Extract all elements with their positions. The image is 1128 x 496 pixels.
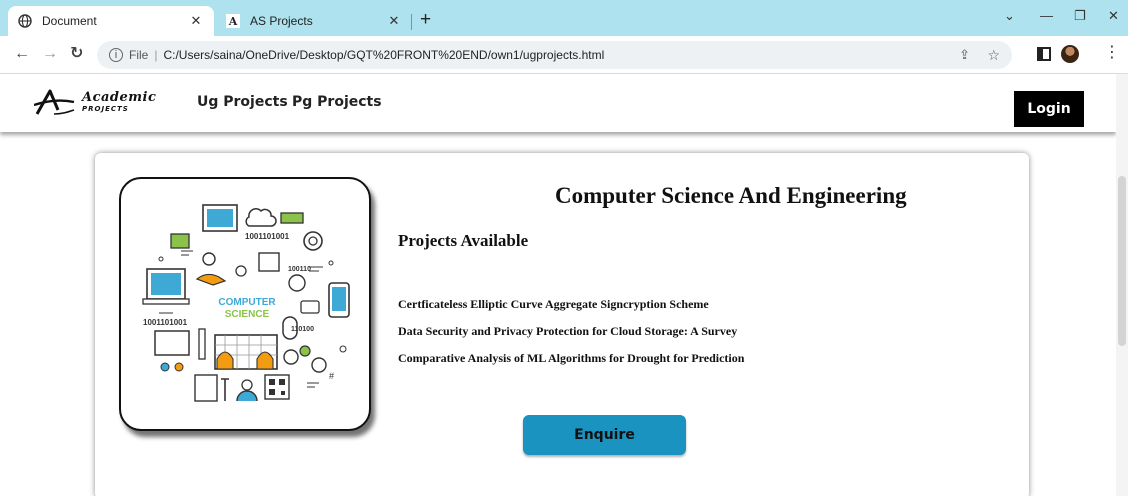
logo-word-academic: Academic — [82, 90, 157, 105]
lightbulb-icon — [202, 252, 216, 266]
cloud-icon — [245, 208, 277, 227]
academic-logo-icon: A — [226, 14, 240, 28]
svg-text:110100: 110100 — [291, 326, 314, 333]
project-item[interactable]: Data Security and Privacy Protection for… — [398, 324, 744, 351]
tab-title: Document — [42, 14, 97, 28]
svg-text:1001101001: 1001101001 — [143, 318, 188, 327]
address-toolbar: ← → ↻ i File | C:/Users/saina/OneDrive/D… — [0, 36, 1128, 74]
logo-word-projects: PROJECTS — [82, 105, 129, 113]
tab-search-chevron-icon[interactable]: ⌄ — [1004, 8, 1015, 24]
more-menu-icon[interactable]: ⋮ — [1104, 45, 1120, 61]
file-scheme-label: File — [129, 48, 149, 62]
project-item[interactable]: Comparative Analysis of ML Algorithms fo… — [398, 351, 744, 378]
share-icon[interactable]: ⇪ — [959, 47, 970, 63]
forward-arrow-icon[interactable]: → — [42, 45, 58, 63]
nav-ug-projects[interactable]: Ug Projects — [197, 94, 288, 110]
info-icon[interactable]: i — [109, 48, 123, 62]
site-navbar: Academic PROJECTS Ug Projects Pg Project… — [0, 74, 1116, 132]
profile-avatar[interactable] — [1061, 45, 1079, 63]
presentation-icon — [154, 330, 190, 356]
svg-text:#: # — [329, 371, 334, 381]
user-icon — [236, 390, 258, 402]
new-tab-icon[interactable]: + — [420, 10, 431, 29]
tab-divider — [411, 14, 412, 30]
nav-pg-projects[interactable]: Pg Projects — [292, 94, 382, 110]
tab-title: AS Projects — [250, 14, 313, 28]
svg-text:SCIENCE: SCIENCE — [225, 309, 270, 320]
close-tab-icon[interactable]: ✕ — [188, 13, 204, 29]
projects-available-heading: Projects Available — [398, 231, 529, 250]
project-card: 1001101001 100110 1001101001 110100 COMP… — [95, 153, 1029, 496]
department-title: Computer Science And Engineering — [555, 183, 907, 208]
project-item[interactable]: Certficateless Elliptic Curve Aggregate … — [398, 297, 744, 324]
svg-text:100110: 100110 — [288, 266, 311, 273]
tab-document[interactable]: Document ✕ — [8, 6, 214, 36]
document-icon — [194, 374, 218, 402]
svg-text:1001101001: 1001101001 — [245, 232, 290, 241]
illustration-label: COMPUTER — [218, 297, 276, 308]
folder-icon — [170, 233, 190, 249]
project-list: Certficateless Elliptic Curve Aggregate … — [398, 297, 744, 378]
enquire-button[interactable]: Enquire — [523, 415, 686, 455]
globe-icon — [18, 14, 32, 28]
close-window-icon[interactable]: ✕ — [1108, 8, 1119, 24]
url-text[interactable]: C:/Users/saina/OneDrive/Desktop/GQT%20FR… — [163, 48, 604, 62]
bookmark-star-icon[interactable]: ☆ — [987, 47, 1000, 64]
reload-icon[interactable]: ↻ — [70, 45, 83, 63]
qr-code-icon — [264, 374, 290, 400]
login-button[interactable]: Login — [1014, 91, 1084, 127]
scrollbar-thumb[interactable] — [1118, 176, 1126, 346]
computer-science-illustration: 1001101001 100110 1001101001 110100 COMP… — [119, 177, 371, 431]
close-tab-icon[interactable]: ✕ — [386, 13, 402, 29]
logo-mark-icon — [34, 89, 75, 115]
wrench-icon — [221, 378, 229, 401]
restore-icon[interactable]: ❐ — [1074, 8, 1086, 24]
back-arrow-icon[interactable]: ← — [14, 45, 30, 63]
side-panel-icon[interactable] — [1037, 47, 1051, 61]
separator: | — [154, 48, 158, 62]
address-bar[interactable]: i File | C:/Users/saina/OneDrive/Desktop… — [97, 41, 1012, 69]
hand-icon — [195, 273, 227, 286]
site-logo[interactable]: Academic PROJECTS — [34, 88, 174, 118]
pencil-icon — [198, 328, 206, 360]
brain-icon — [288, 274, 306, 292]
browser-tab-strip: Document ✕ A AS Projects ✕ + ⌄ — ❐ ✕ — [0, 0, 1128, 36]
chip-icon — [258, 252, 280, 272]
gear-icon — [303, 231, 323, 251]
battery-icon — [280, 212, 304, 224]
tab-as-projects[interactable]: A AS Projects ✕ — [216, 6, 412, 36]
minimize-icon[interactable]: — — [1040, 8, 1053, 23]
